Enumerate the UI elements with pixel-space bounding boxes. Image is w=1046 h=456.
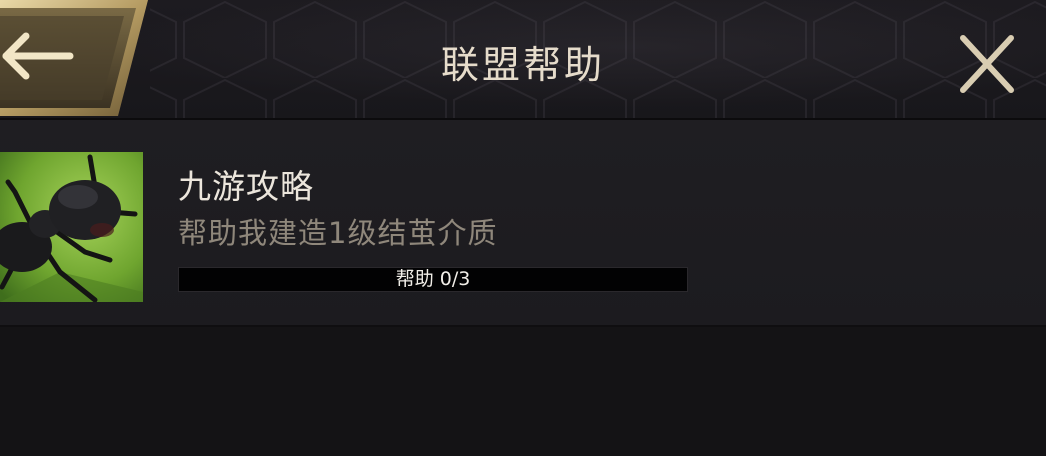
- help-request-list: 九游攻略 帮助我建造1级结茧介质 帮助 0/3: [0, 120, 1046, 327]
- ant-avatar-image: [0, 152, 143, 302]
- close-button[interactable]: [955, 32, 1019, 96]
- close-icon: [960, 35, 1014, 93]
- empty-list-area: [0, 327, 1046, 456]
- header-bar: 联盟帮助: [0, 0, 1046, 120]
- page-title: 联盟帮助: [440, 43, 605, 87]
- help-request-item: 九游攻略 帮助我建造1级结茧介质 帮助 0/3: [0, 120, 1046, 327]
- help-progress-bar[interactable]: 帮助 0/3: [178, 267, 688, 292]
- player-name: 九游攻略: [178, 167, 314, 206]
- avatar: [0, 152, 143, 302]
- alliance-help-page: 联盟帮助 九游攻略 帮助我建造1级结茧介质 帮助 0/3: [0, 0, 1046, 456]
- progress-label: 帮助 0/3: [395, 268, 471, 290]
- request-text: 帮助我建造1级结茧介质: [178, 216, 498, 250]
